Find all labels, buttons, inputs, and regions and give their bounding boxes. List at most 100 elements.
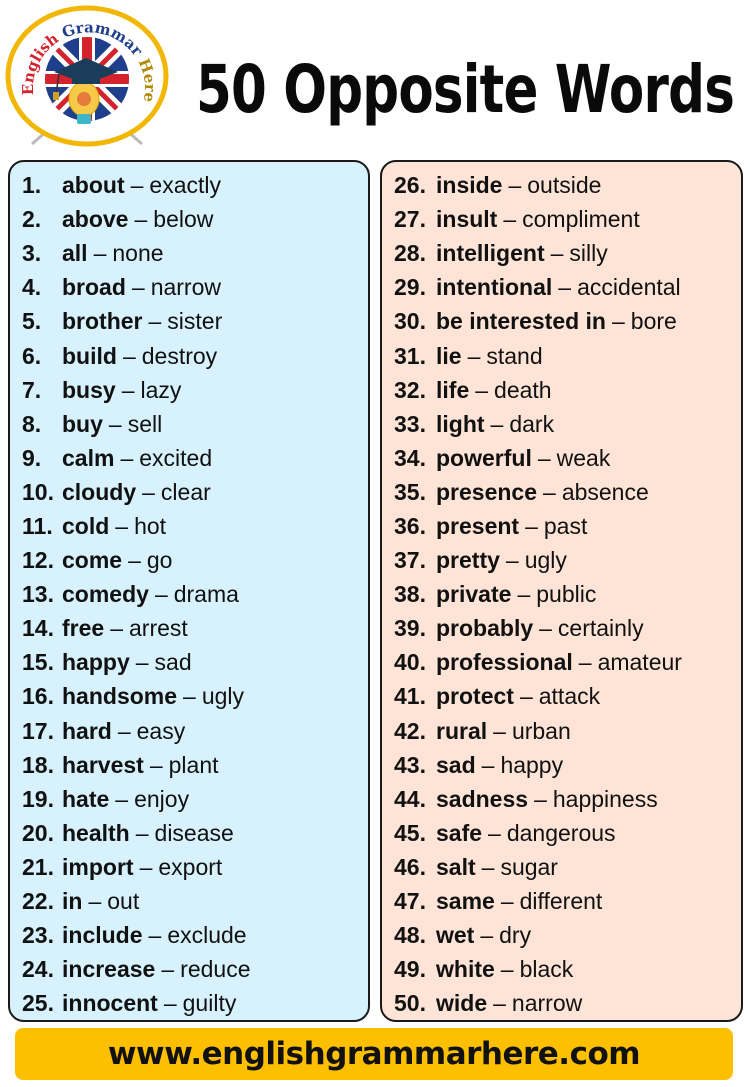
item-word: calm xyxy=(62,444,115,471)
list-item: 8. buy – sell xyxy=(10,407,368,441)
item-word: white xyxy=(436,956,495,983)
item-opposite: disease xyxy=(154,819,234,846)
list-item: 3. all – none xyxy=(10,236,368,270)
item-separator: – xyxy=(128,547,141,574)
item-opposite: past xyxy=(543,512,588,539)
list-item: 38. private – public xyxy=(382,577,741,611)
item-number: 35. xyxy=(394,478,426,505)
list-item: 31. lie – stand xyxy=(382,338,741,372)
item-opposite: stand xyxy=(486,342,543,369)
item-separator: – xyxy=(488,819,501,846)
item-opposite: amateur xyxy=(597,649,682,676)
list-item: 1. about – exactly xyxy=(10,168,368,202)
item-number: 27. xyxy=(394,206,426,233)
item-opposite: death xyxy=(494,376,552,403)
footer-banner[interactable]: www.englishgrammarhere.com xyxy=(15,1028,733,1080)
item-separator: – xyxy=(110,615,123,642)
item-opposite: attack xyxy=(538,683,601,710)
item-separator: – xyxy=(108,410,122,437)
item-number: 39. xyxy=(394,615,426,642)
item-word: cold xyxy=(62,512,110,539)
item-number: 8. xyxy=(22,410,42,437)
item-opposite: narrow xyxy=(150,274,221,301)
item-opposite: accidental xyxy=(577,274,681,301)
item-separator: – xyxy=(558,274,572,301)
item-number: 41. xyxy=(394,683,426,710)
item-opposite: sugar xyxy=(500,853,558,880)
item-word: happy xyxy=(62,649,130,676)
item-number: 26. xyxy=(394,172,426,199)
item-opposite: compliment xyxy=(522,206,640,233)
item-word: inside xyxy=(436,172,503,199)
item-opposite: export xyxy=(158,853,223,880)
item-opposite: sad xyxy=(154,649,192,676)
item-separator: – xyxy=(481,751,495,778)
item-word: presence xyxy=(436,478,538,505)
item-separator: – xyxy=(163,990,177,1017)
item-separator: – xyxy=(115,512,129,539)
item-word: free xyxy=(62,615,105,642)
item-separator: – xyxy=(611,308,625,335)
list-item: 17. hard – easy xyxy=(10,714,368,748)
item-word: intelligent xyxy=(436,240,545,267)
list-item: 44. sadness – happiness xyxy=(382,782,741,816)
list-item: 30. be interested in – bore xyxy=(382,304,741,338)
item-word: professional xyxy=(436,649,573,676)
item-separator: – xyxy=(508,172,522,199)
item-opposite: out xyxy=(107,888,140,915)
list-item: 15. happy – sad xyxy=(10,645,368,679)
item-separator: – xyxy=(161,956,175,983)
item-separator: – xyxy=(148,308,162,335)
list-item: 13. comedy – drama xyxy=(10,577,368,611)
list-item: 24. increase – reduce xyxy=(10,952,368,986)
item-opposite: clear xyxy=(160,478,211,505)
list-item: 46. salt – sugar xyxy=(382,850,741,884)
item-opposite: happy xyxy=(500,751,564,778)
left-word-list: 1. about – exactly 2. above – below 3. all – none 4.… xyxy=(8,160,370,1022)
item-number: 45. xyxy=(394,819,426,846)
item-number: 18. xyxy=(22,751,54,778)
list-item: 28. intelligent – silly xyxy=(382,236,741,270)
item-number: 14. xyxy=(22,615,54,642)
item-opposite: exclude xyxy=(167,922,247,949)
item-word: sad xyxy=(436,751,476,778)
item-separator: – xyxy=(117,717,131,744)
item-word: wide xyxy=(436,990,488,1017)
list-item: 27. insult – compliment xyxy=(382,202,741,236)
item-number: 42. xyxy=(394,717,426,744)
item-separator: – xyxy=(550,240,564,267)
item-word: insult xyxy=(436,206,498,233)
item-word: include xyxy=(62,922,143,949)
item-word: buy xyxy=(62,410,103,437)
right-word-list: 26. inside – outside 27. insult – compliment 28.… xyxy=(380,160,743,1022)
item-word: come xyxy=(62,547,123,574)
item-opposite: enjoy xyxy=(134,785,190,812)
list-item: 12. come – go xyxy=(10,543,368,577)
item-opposite: below xyxy=(153,206,214,233)
item-opposite: destroy xyxy=(141,342,218,369)
item-number: 46. xyxy=(394,853,426,880)
item-opposite: public xyxy=(536,581,597,608)
item-word: in xyxy=(62,888,83,915)
item-separator: – xyxy=(543,478,556,505)
list-item: 22. in – out xyxy=(10,884,368,918)
item-word: above xyxy=(62,206,129,233)
item-separator: – xyxy=(500,888,514,915)
item-separator: – xyxy=(517,581,531,608)
website-url-link[interactable]: www.englishgrammarhere.com xyxy=(108,1036,641,1072)
list-item: 41. protect – attack xyxy=(382,679,741,713)
item-word: intentional xyxy=(436,274,553,301)
item-word: busy xyxy=(62,376,116,403)
list-item: 47. same – different xyxy=(382,884,741,918)
item-word: powerful xyxy=(436,444,532,471)
item-word: hard xyxy=(62,717,112,744)
item-word: build xyxy=(62,342,117,369)
list-item: 2. above – below xyxy=(10,202,368,236)
item-opposite: ugly xyxy=(201,683,245,710)
item-opposite: narrow xyxy=(511,990,583,1017)
item-word: sadness xyxy=(436,785,529,812)
item-opposite: absence xyxy=(561,478,649,505)
list-item: 43. sad – happy xyxy=(382,748,741,782)
item-number: 3. xyxy=(22,240,42,267)
site-logo[interactable]: English Grammar Here.Com xyxy=(4,4,170,154)
